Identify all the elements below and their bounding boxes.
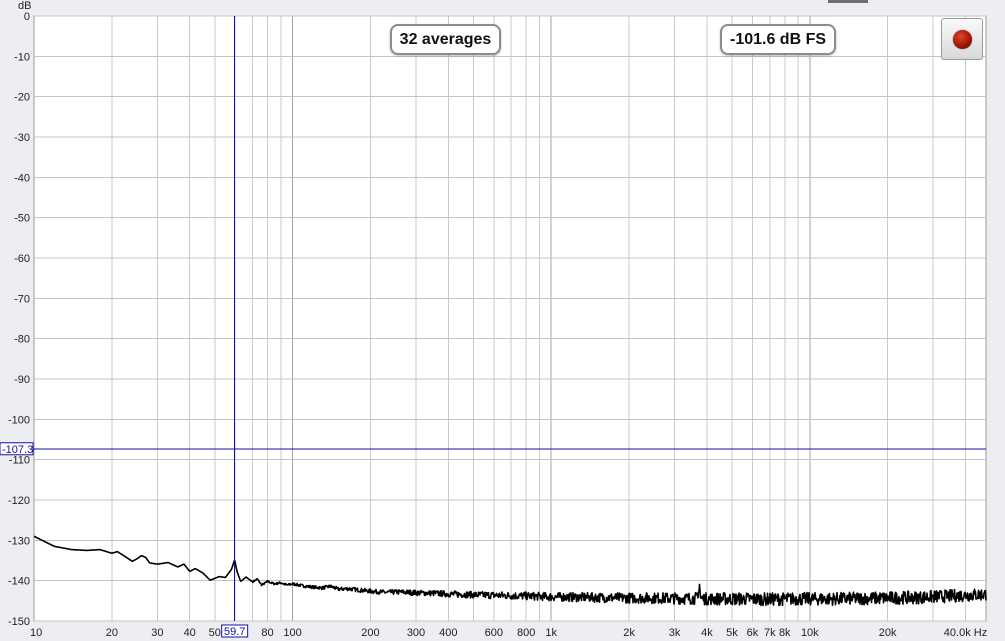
y-tick-label: -150: [8, 616, 30, 628]
record-icon: [953, 30, 972, 49]
x-tick-label: 6k: [747, 627, 759, 639]
frequency-response-chart: 0 -10 -20 -30 -40 -50 -60 -70 -80 -90 -100 -110 -120…: [0, 0, 987, 639]
y-tick-label: -110: [9, 455, 30, 467]
averages-badge: 32 averages: [390, 24, 501, 55]
x-tick-label: 10k: [801, 627, 819, 639]
record-button[interactable]: [941, 18, 983, 60]
x-tick-label: 600: [485, 627, 503, 639]
plot-area[interactable]: [33, 15, 987, 622]
x-tick-label: 8k: [779, 627, 791, 639]
y-tick-label: -130: [8, 535, 30, 547]
y-tick-label: -10: [14, 51, 30, 63]
x-tick-label: 20: [106, 627, 118, 639]
level-readout-badge: -101.6 dB FS: [720, 24, 836, 55]
window-edge-handle: [828, 0, 868, 3]
cursor-y-readout: -107.3: [2, 444, 33, 456]
x-tick-label: 5k: [726, 627, 738, 639]
y-tick-label: -30: [14, 132, 30, 144]
x-tick-label: 3k: [669, 627, 681, 639]
x-tick-label: 7k: [764, 627, 776, 639]
y-tick-label: -120: [8, 495, 30, 507]
x-tick-label: 100: [283, 627, 301, 639]
x-tick-label: 40: [184, 627, 196, 639]
y-axis-unit-label: dB: [18, 0, 31, 12]
y-tick-label: -90: [14, 374, 30, 386]
x-tick-label: 200: [361, 627, 379, 639]
y-tick-label: -50: [14, 213, 30, 225]
y-tick-label: -70: [14, 293, 30, 305]
x-tick-label: 50: [209, 627, 221, 639]
x-tick-label: 300: [407, 627, 425, 639]
x-tick-label: 800: [517, 627, 535, 639]
y-tick-label: -20: [14, 92, 30, 104]
x-tick-label: 1k: [545, 627, 557, 639]
x-tick-label: 30: [151, 627, 163, 639]
y-tick-label: -140: [8, 576, 30, 588]
x-tick-label: 20k: [879, 627, 897, 639]
y-tick-label: -40: [14, 172, 30, 184]
y-tick-label: -80: [14, 334, 30, 346]
cursor-x-readout: 59.7: [224, 626, 245, 638]
x-tick-label: 4k: [701, 627, 713, 639]
x-tick-label: 400: [439, 627, 457, 639]
x-tick-label: 2k: [623, 627, 635, 639]
x-tick-label: 10: [30, 627, 42, 639]
y-tick-label: 0: [24, 11, 30, 23]
y-tick-label: -60: [14, 253, 30, 265]
y-tick-label: -100: [8, 414, 30, 426]
x-tick-label: 40.0k Hz: [944, 627, 987, 639]
x-tick-label: 80: [261, 627, 273, 639]
